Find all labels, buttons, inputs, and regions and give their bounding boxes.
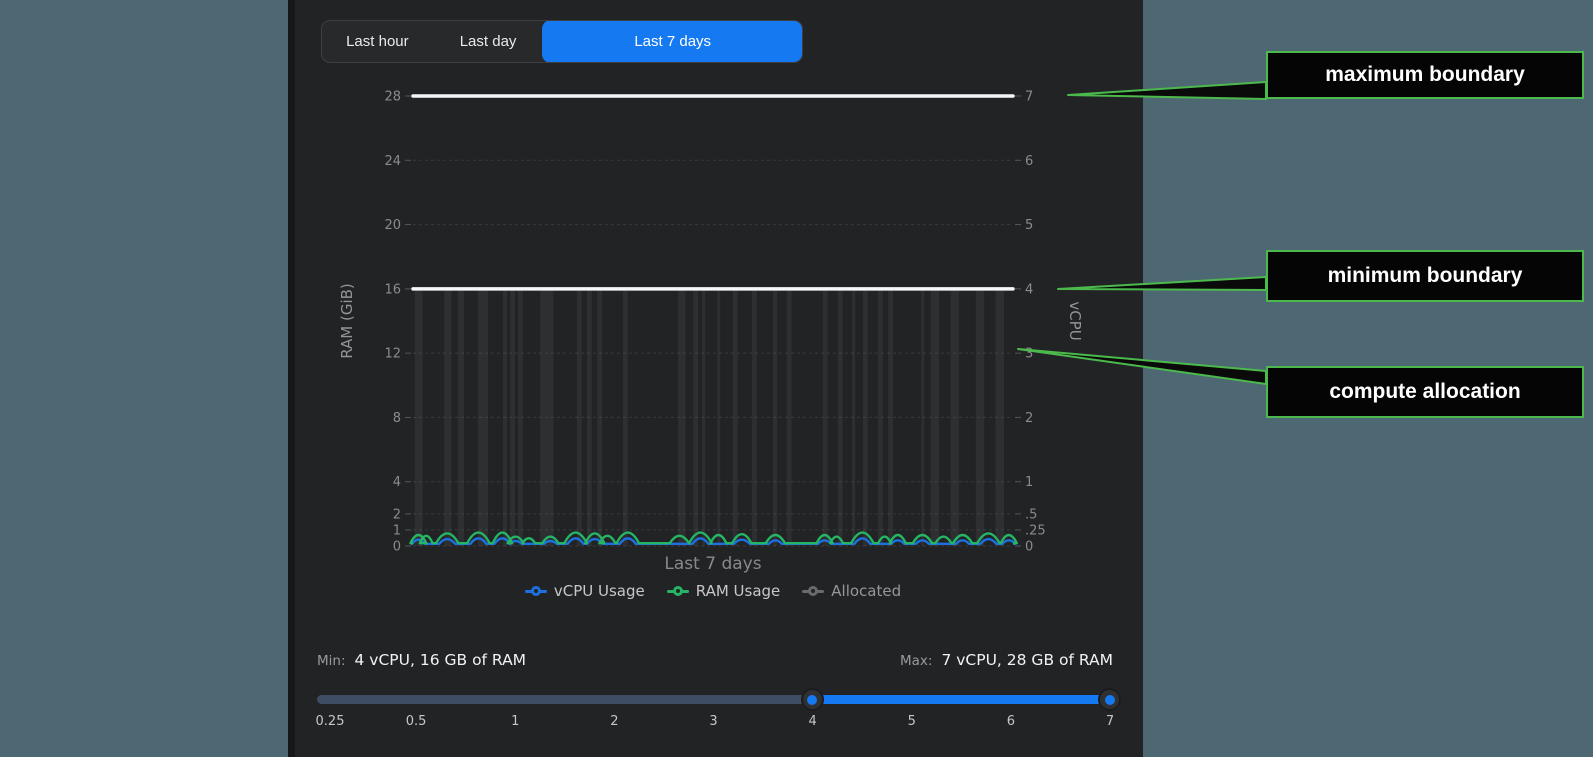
annotation-minimum-boundary: minimum boundary: [1266, 250, 1584, 302]
slider-tick-label: 0.25: [316, 714, 345, 729]
minmax-readout: Min: 4 vCPU, 16 GB of RAM Max: 7 vCPU, 2…: [317, 651, 1113, 669]
allocated-marker-icon: [802, 586, 824, 596]
slider-tick-label: 7: [1106, 714, 1114, 729]
min-value: 4 vCPU, 16 GB of RAM: [355, 651, 527, 669]
slider-tick-label: 5: [908, 714, 916, 729]
annotation-label: compute allocation: [1329, 380, 1520, 404]
annotation-label: maximum boundary: [1325, 63, 1525, 87]
legend-label: RAM Usage: [696, 582, 781, 600]
min-label: Min:: [317, 653, 346, 669]
slider-tick-label: 3: [709, 714, 717, 729]
screenshot-stage: Last hour Last day Last 7 days 282420161…: [0, 0, 1593, 757]
max-label: Max:: [900, 653, 932, 669]
legend-item-allocated[interactable]: Allocated: [802, 582, 901, 600]
slider-tick-labels: 0.250.51234567: [317, 714, 1110, 730]
annotation-maximum-boundary: maximum boundary: [1266, 51, 1584, 99]
legend-item-vcpu-usage[interactable]: vCPU Usage: [525, 582, 645, 600]
ram-usage-marker-icon: [667, 586, 689, 596]
compute-range-slider[interactable]: [317, 688, 1110, 712]
tab-last-day[interactable]: Last day: [433, 21, 544, 62]
slider-min-handle[interactable]: [801, 688, 824, 711]
tab-last-7-days[interactable]: Last 7 days: [542, 20, 803, 63]
tab-last-hour[interactable]: Last hour: [322, 21, 433, 62]
time-range-tab-group: Last hour Last day Last 7 days: [321, 20, 803, 63]
vcpu-usage-marker-icon: [525, 586, 547, 596]
legend-item-ram-usage[interactable]: RAM Usage: [667, 582, 781, 600]
annotation-label: minimum boundary: [1328, 264, 1523, 288]
annotation-compute-allocation: compute allocation: [1266, 366, 1584, 418]
autoscaling-panel: [288, 0, 1143, 757]
slider-tick-label: 6: [1007, 714, 1015, 729]
max-value: 7 vCPU, 28 GB of RAM: [941, 651, 1113, 669]
slider-tick-label: 2: [610, 714, 618, 729]
slider-max-handle[interactable]: [1098, 688, 1121, 711]
slider-tick-label: 0.5: [406, 714, 427, 729]
legend-label: vCPU Usage: [554, 582, 645, 600]
max-readout: Max: 7 vCPU, 28 GB of RAM: [900, 651, 1113, 669]
slider-active-range[interactable]: [813, 695, 1110, 704]
legend-label: Allocated: [831, 582, 901, 600]
min-readout: Min: 4 vCPU, 16 GB of RAM: [317, 651, 526, 669]
chart-legend: vCPU Usage RAM Usage Allocated: [413, 582, 1013, 600]
slider-tick-label: 4: [808, 714, 816, 729]
panel-left-edge: [288, 0, 295, 757]
slider-tick-label: 1: [511, 714, 519, 729]
